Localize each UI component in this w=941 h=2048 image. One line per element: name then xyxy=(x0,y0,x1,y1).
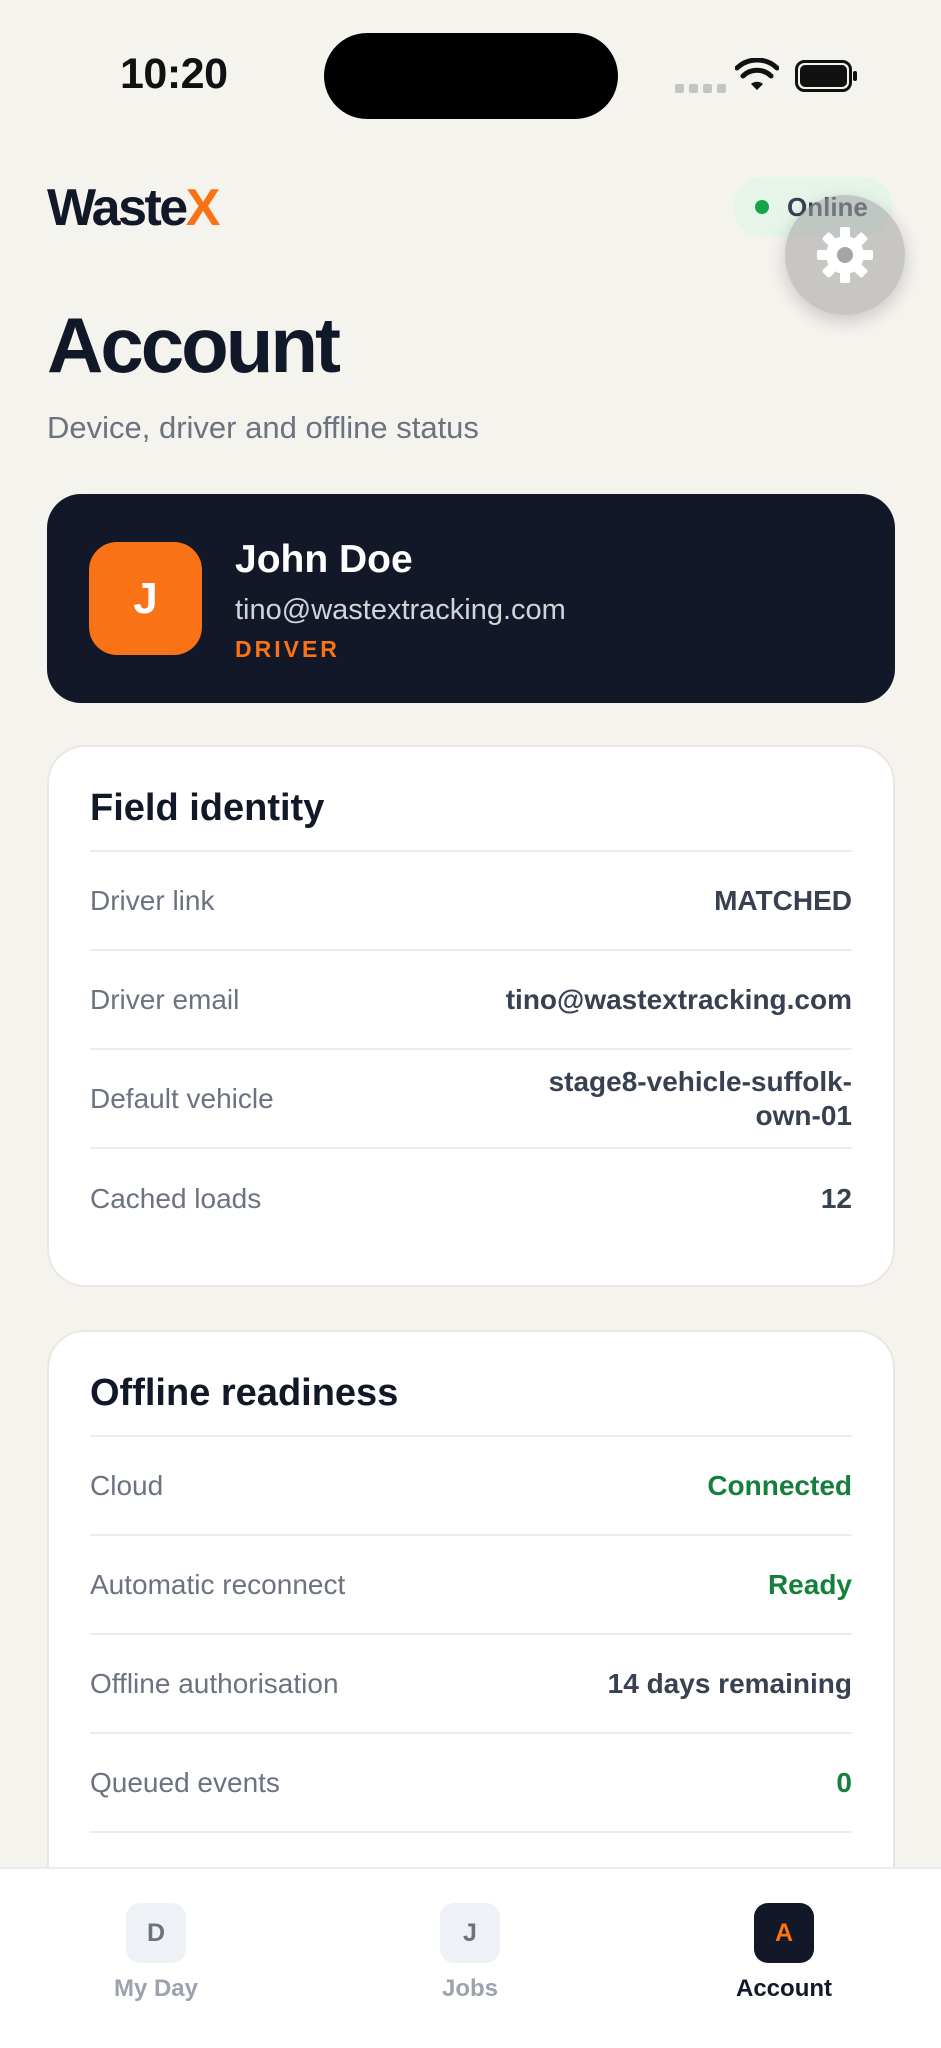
row-value: 0 xyxy=(836,1766,852,1798)
logo-accent-text: X xyxy=(185,179,221,237)
tab-my-day[interactable]: D My Day xyxy=(66,1903,246,2003)
row-label: Default vehicle xyxy=(90,1082,274,1114)
page-subtitle: Device, driver and offline status xyxy=(47,410,479,445)
gear-icon xyxy=(817,227,873,283)
card-title: Offline readiness xyxy=(90,1332,852,1437)
account-tab-icon: A xyxy=(754,1903,814,1963)
info-row-offline-authorisation: Offline authorisation 14 days remaining xyxy=(90,1635,852,1734)
bottom-tab-bar: D My Day J Jobs A Account xyxy=(0,1867,941,2048)
cellular-signal-icon xyxy=(675,84,726,93)
profile-email: tino@wastextracking.com xyxy=(235,594,566,626)
row-value: tino@wastextracking.com xyxy=(505,983,852,1015)
row-value: Ready xyxy=(767,1568,852,1600)
status-dot-icon xyxy=(755,200,769,214)
wifi-icon xyxy=(735,58,779,90)
status-bar: 10:20 xyxy=(0,0,941,150)
jobs-tab-icon: J xyxy=(440,1903,500,1963)
row-value: stage8-vehicle-suffolk-own-01 xyxy=(548,1065,852,1131)
row-label: Offline authorisation xyxy=(90,1667,339,1699)
tab-label: Account xyxy=(736,1975,832,2002)
field-identity-card: Field identity Driver link MATCHED Drive… xyxy=(47,745,895,1287)
my-day-tab-icon: D xyxy=(126,1903,186,1963)
row-label: Driver email xyxy=(90,983,240,1015)
row-label: Cloud xyxy=(90,1469,164,1501)
avatar: J xyxy=(89,542,202,655)
profile-role-badge: DRIVER xyxy=(235,636,340,662)
info-row-cached-loads: Cached loads 12 xyxy=(90,1149,852,1248)
info-row-default-vehicle: Default vehicle stage8-vehicle-suffolk-o… xyxy=(90,1050,852,1149)
dynamic-island xyxy=(324,33,618,119)
card-title: Field identity xyxy=(90,747,852,852)
page-title: Account xyxy=(47,301,341,389)
app-logo: WasteX xyxy=(47,178,221,238)
tab-jobs[interactable]: J Jobs xyxy=(380,1903,560,2003)
battery-icon xyxy=(795,60,857,92)
profile-name: John Doe xyxy=(235,538,413,581)
row-label: Automatic reconnect xyxy=(90,1568,346,1600)
offline-readiness-card: Offline readiness Cloud Connected Automa… xyxy=(47,1330,895,1950)
status-time: 10:20 xyxy=(120,50,228,98)
row-value: 12 xyxy=(820,1182,852,1214)
info-row-queued-events: Queued events 0 xyxy=(90,1734,852,1833)
info-row-driver-link: Driver link MATCHED xyxy=(90,852,852,951)
tab-label: Jobs xyxy=(441,1975,498,2002)
tab-label: My Day xyxy=(113,1975,199,2002)
row-label: Driver link xyxy=(90,884,215,916)
info-row-automatic-reconnect: Automatic reconnect Ready xyxy=(90,1536,852,1635)
profile-card: J John Doe tino@wastextracking.com DRIVE… xyxy=(47,494,895,703)
row-value: Connected xyxy=(707,1469,852,1501)
row-label: Queued events xyxy=(90,1766,280,1798)
row-value: 14 days remaining xyxy=(607,1667,852,1699)
tab-account[interactable]: A Account xyxy=(694,1903,874,2003)
settings-button[interactable] xyxy=(785,195,905,315)
info-row-driver-email: Driver email tino@wastextracking.com xyxy=(90,951,852,1050)
row-value: MATCHED xyxy=(714,884,852,916)
info-row-cloud: Cloud Connected xyxy=(90,1437,852,1536)
logo-main-text: Waste xyxy=(47,179,188,237)
row-label: Cached loads xyxy=(90,1182,262,1214)
